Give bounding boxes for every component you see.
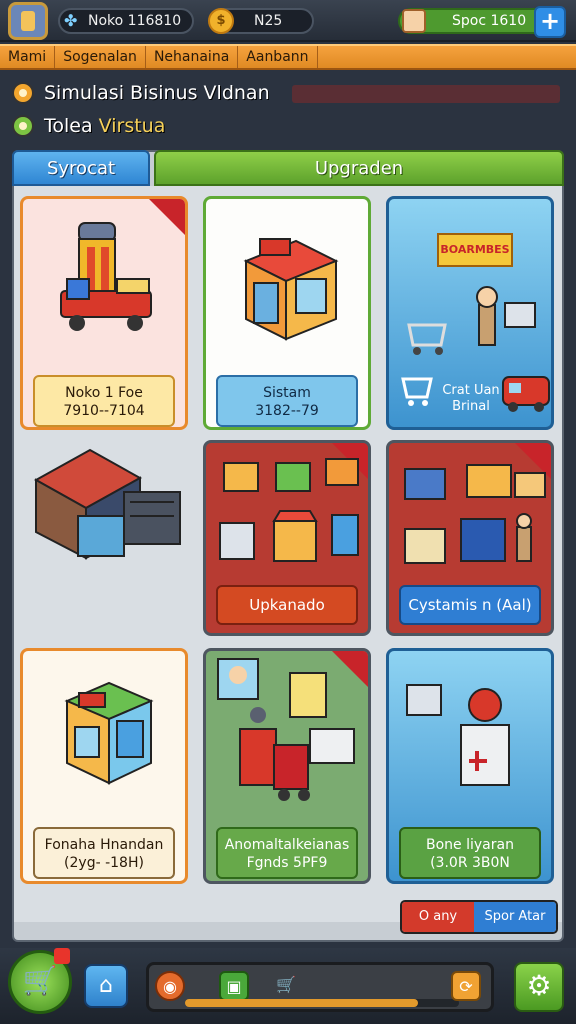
card-price: Fgnds 5PF9 [246,855,328,871]
system-button[interactable]: Cystamis n (Aal) [399,585,541,625]
orange-bullet-icon [12,82,34,104]
card-info-box: Bone liyaran (3.0R 3B0N [399,827,541,879]
menu-item-sogenalan[interactable]: Sogenalan [55,46,146,68]
card-manager[interactable]: Anomaltalkeianas Fgnds 5PF9 [203,648,371,884]
corner-shop-icon [64,681,154,785]
money-text: Spoc 1610 [452,13,527,29]
card-cashier[interactable]: BOARMBES Crat Uan Brinal [386,196,554,430]
cart-icon: 🛒 [22,964,58,997]
card-market-system[interactable]: Cystamis n (Aal) [386,440,554,636]
card-price: 3182--79 [255,403,319,419]
card-info-box: Fonaha Hnandan (2yg- -18H) [33,827,175,879]
top-status-bar: ✤ Noko 116810 $ N25 Spoc 1610 + [0,0,576,42]
card-price: (2yg- -18H) [64,855,144,871]
settings-button[interactable]: ⚙ [514,962,564,1012]
menu-item-aanbann[interactable]: Aanbann [238,46,318,68]
card-price: (3.0R 3B0N [430,855,510,871]
card-delivery-truck[interactable]: Noko 1 Foe 7910--7104 [20,196,188,430]
subtitle-main: Tolea [44,115,99,137]
player-avatar[interactable] [8,2,48,40]
card-robot-cashier[interactable]: Bone liyaran (3.0R 3B0N [386,648,554,884]
manager-delivery-icon [217,658,355,801]
store-building-icon [243,238,339,341]
tab-syrocat[interactable]: Syrocat [12,150,150,186]
coins-counter: ✤ Noko 116810 [58,8,194,34]
coins-text: Noko 116810 [88,13,182,29]
warehouse-icon [33,448,181,560]
card-info-box: Anomaltalkeianas Fgnds 5PF9 [216,827,358,879]
shops-cluster-icon [219,458,359,562]
card-price: 7910--7104 [63,403,145,419]
notification-badge [54,948,70,964]
card-title: Noko 1 Foe [65,385,143,401]
card-title: Sistam [263,385,311,401]
subtitle-highlight: Virstua [98,115,166,137]
home-button[interactable]: ⌂ [84,964,128,1008]
coin-icon: $ [208,8,234,34]
shopper-cart-icon [407,286,536,355]
game-title: Simulasi Bisinus Vldnan [44,82,270,104]
caption-line-2: Brinal [452,399,490,414]
card-title: Bone liyaran [426,837,514,853]
card-corner-shop[interactable]: Fonaha Hnandan (2yg- -18H) [20,648,188,884]
home-icon: ⌂ [99,973,113,998]
cart-icon [401,377,433,406]
robot-cashier-icon [406,684,510,786]
shopkeeper-icon [402,9,426,33]
money-counter: Spoc 1610 + [398,6,566,38]
split-right-button[interactable]: Spor Atar [474,902,556,932]
split-action-button[interactable]: O any Spor Atar [400,900,558,934]
menu-item-nehanaina[interactable]: Nehanaina [146,46,239,68]
target-icon[interactable]: ◉ [155,971,185,1001]
market-stalls-icon [404,464,546,564]
add-currency-button[interactable]: + [534,6,566,38]
truck-building-icon [60,222,152,331]
menu-item-mami[interactable]: Mami [0,46,56,68]
card-caption: Crat Uan Brinal [439,383,503,415]
card-title: Fonaha Hnandan [44,837,164,853]
card-store-building[interactable]: Sistam 3182--79 [203,196,371,430]
store-subtitle: Tolea Virstua [44,115,165,137]
progress-bar: ◉ ▣ 🛒 ⟳ [146,962,494,1012]
sword-icon: ✤ [64,11,78,30]
card-info-box: Noko 1 Foe 7910--7104 [33,375,175,427]
cart-progress-icon: 🛒 [276,975,296,994]
bus-icon [502,376,550,412]
title-row-1: Simulasi Bisinus Vldnan [12,78,270,108]
gems-counter: $ N25 [208,8,314,34]
card-shops-upgrade[interactable]: Upkanado [203,440,371,636]
card-info-box: Sistam 3182--79 [216,375,358,427]
tab-upgraden[interactable]: Upgraden [154,150,564,186]
main-menu: Mami Sogenalan Nehanaina Aanbann [0,44,576,70]
title-row-2: Tolea Virstua [12,111,165,141]
gear-icon: ⚙ [526,969,552,1002]
gems-text: N25 [254,13,283,29]
progress-track [185,999,459,1007]
title-banner-bar [292,85,560,103]
upgrade-button[interactable]: Upkanado [216,585,358,625]
progress-fill [185,999,418,1007]
split-left-button[interactable]: O any [402,902,474,932]
green-bullet-icon [12,115,34,137]
rotate-icon[interactable]: ⟳ [451,971,481,1001]
caption-line-1: Crat Uan [442,383,500,398]
shop-sign: BOARMBES [437,233,513,267]
box-icon[interactable]: ▣ [219,971,249,1001]
card-title: Anomaltalkeianas [224,837,350,853]
